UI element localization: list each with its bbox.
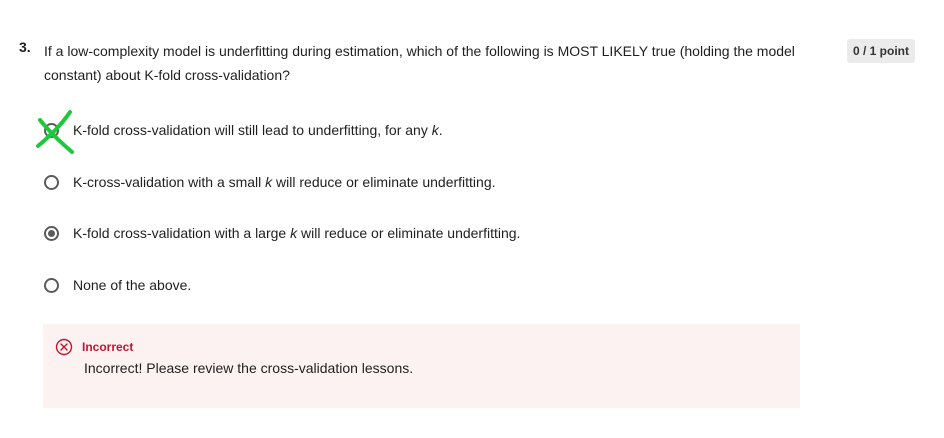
option-label: None of the above.: [73, 277, 192, 293]
option-1[interactable]: K-fold cross-validation will still lead …: [44, 119, 443, 141]
points-badge: 0 / 1 point: [847, 39, 916, 63]
question-number: 3.: [19, 39, 31, 55]
option-label: K-cross-validation with a small k will r…: [73, 174, 496, 190]
option-4[interactable]: None of the above.: [44, 274, 191, 296]
radio-button[interactable]: [44, 122, 59, 138]
radio-button-selected[interactable]: [44, 225, 59, 241]
feedback-message: Incorrect! Please review the cross-valid…: [84, 360, 414, 376]
option-3[interactable]: K-fold cross-validation with a large k w…: [44, 222, 520, 244]
x-circle-icon: [55, 338, 73, 356]
radio-button[interactable]: [44, 277, 59, 293]
feedback-header: Incorrect: [55, 338, 133, 356]
option-label: K-fold cross-validation with a large k w…: [73, 225, 521, 241]
option-label: K-fold cross-validation will still lead …: [73, 122, 443, 138]
feedback-box: Incorrect Incorrect! Please review the c…: [43, 324, 800, 408]
question-text: If a low-complexity model is underfittin…: [44, 43, 795, 83]
radio-button[interactable]: [44, 174, 59, 190]
feedback-title: Incorrect: [82, 340, 134, 354]
option-2[interactable]: K-cross-validation with a small k will r…: [44, 171, 496, 193]
quiz-question: 3. If a low-complexity model is underfit…: [0, 0, 944, 438]
